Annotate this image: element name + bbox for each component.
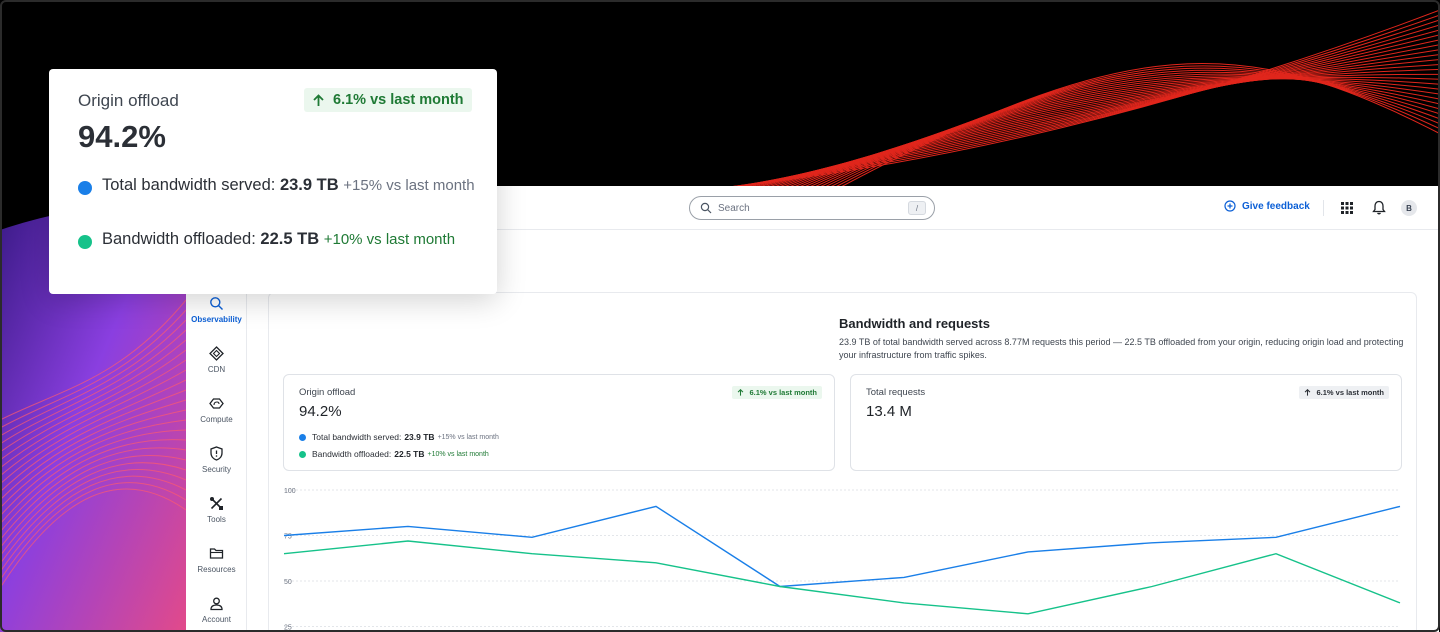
sidebar-item-label: Tools (207, 515, 226, 524)
callout-offloaded-legend-dot (78, 235, 92, 249)
search-placeholder[interactable]: Search (718, 203, 908, 214)
sidebar-item-tools[interactable]: Tools (186, 496, 247, 524)
origin-offload-trend-badge: 6.1% vs last month (732, 386, 822, 399)
callout-total-value: 23.9 TB (279, 176, 339, 194)
total-requests-card[interactable]: Total requests 6.1% vs last month 13.4 M (850, 374, 1402, 471)
search-icon (700, 202, 712, 214)
cloud-icon (209, 398, 224, 409)
bandwidth-offloaded-row: Bandwidth offloaded: 22.5 TB +10% vs las… (299, 449, 489, 459)
search-shortcut-key: / (908, 201, 926, 215)
callout-offloaded-row: Bandwidth offloaded: 22.5 TB +10% vs las… (78, 227, 478, 252)
origin-offload-value: 94.2% (299, 403, 342, 420)
arrow-up-icon (313, 93, 324, 106)
total-requests-value: 13.4 M (866, 403, 912, 420)
search-icon (210, 297, 223, 310)
sidebar-item-label: Account (202, 615, 231, 624)
red-wave-line (770, 73, 1440, 191)
callout-trend: 6.1% vs last month (333, 92, 464, 108)
bandwidth-offloaded-value: 22.5 TB (394, 449, 425, 459)
total-bandwidth-label: Total bandwidth served: (312, 432, 402, 442)
sidebar-item-label: Observability (191, 315, 242, 324)
sidebar-item-cdn[interactable]: CDN (186, 346, 247, 374)
y-tick-label: 100 (284, 488, 296, 495)
y-tick-label: 25 (284, 625, 292, 632)
total-bandwidth-value: 23.9 TB (404, 432, 435, 442)
y-tick-label: 50 (284, 579, 292, 586)
callout-total-legend-dot (78, 181, 92, 195)
diamond-icon (209, 346, 224, 361)
arrow-up-icon (738, 389, 744, 396)
total-bandwidth-delta: +15% vs last month (437, 433, 499, 441)
give-feedback-label[interactable]: Give feedback (1242, 201, 1310, 212)
callout-total-label: Total bandwidth served: (102, 176, 276, 194)
sidebar-item-label: CDN (207, 365, 226, 374)
origin-offload-callout: Origin offload 6.1% vs last month 94.2% … (49, 69, 497, 294)
give-feedback-button[interactable]: Give feedback (1224, 200, 1310, 212)
origin-offload-trend: 6.1% vs last month (749, 388, 817, 397)
feedback-icon (1224, 200, 1236, 212)
callout-label: Origin offload (78, 91, 179, 110)
origin-offload-card[interactable]: Origin offload 6.1% vs last month 94.2% … (283, 374, 835, 471)
total-bandwidth-legend-dot (299, 433, 306, 441)
sidebar-item-compute[interactable]: Compute (186, 396, 247, 424)
folder-icon (209, 548, 224, 559)
series-line-bandwidth-offloaded (283, 540, 1401, 615)
callout-total-bandwidth-row: Total bandwidth served: 23.9 TB +15% vs … (78, 173, 478, 198)
user-icon (210, 597, 223, 611)
bandwidth-offloaded-legend-dot (299, 450, 306, 458)
callout-value: 94.2% (78, 119, 166, 154)
sidebar-item-security[interactable]: Security (186, 446, 247, 474)
callout-offloaded-delta: +10% vs last month (323, 231, 456, 248)
total-requests-label: Total requests (866, 387, 926, 398)
sidebar-item-label: Security (202, 465, 231, 474)
sidebar-item-observability[interactable]: Observability (186, 296, 247, 324)
bandwidth-offloaded-label: Bandwidth offloaded: (312, 449, 392, 459)
sidebar-item-account[interactable]: Account (186, 596, 247, 624)
bandwidth-offloaded-delta: +10% vs last month (427, 450, 489, 458)
section-description: 23.9 TB of total bandwidth served across… (839, 337, 1404, 360)
bandwidth-line-chart: 100755025 (283, 488, 1401, 632)
user-avatar[interactable]: B (1401, 200, 1417, 216)
sidebar-item-label: Resources (197, 565, 236, 574)
topbar-divider (1323, 200, 1324, 216)
total-requests-trend: 6.1% vs last month (1316, 388, 1384, 397)
total-requests-trend-badge: 6.1% vs last month (1299, 386, 1389, 399)
callout-offloaded-value: 22.5 TB (260, 230, 320, 248)
callout-total-delta: +15% vs last month (343, 177, 475, 194)
bell-icon[interactable] (1372, 200, 1386, 215)
section-title: Bandwidth and requests (839, 316, 990, 331)
red-wave-line (699, 9, 1440, 191)
series-line-total-bandwidth (283, 505, 1401, 588)
callout-offloaded-label: Bandwidth offloaded: (102, 230, 256, 248)
sidebar-item-label: Compute (200, 415, 233, 424)
tools-icon (210, 497, 223, 510)
shield-icon (210, 446, 223, 461)
search-box[interactable]: Search / (689, 196, 935, 220)
callout-trend-badge: 6.1% vs last month (304, 88, 472, 112)
sidebar-item-resources[interactable]: Resources (186, 546, 247, 574)
apps-grid-icon[interactable] (1340, 201, 1354, 215)
total-bandwidth-row: Total bandwidth served: 23.9 TB +15% vs … (299, 432, 499, 442)
red-wave-line (802, 75, 1440, 191)
origin-offload-label: Origin offload (299, 387, 356, 398)
arrow-up-icon (1305, 389, 1311, 396)
